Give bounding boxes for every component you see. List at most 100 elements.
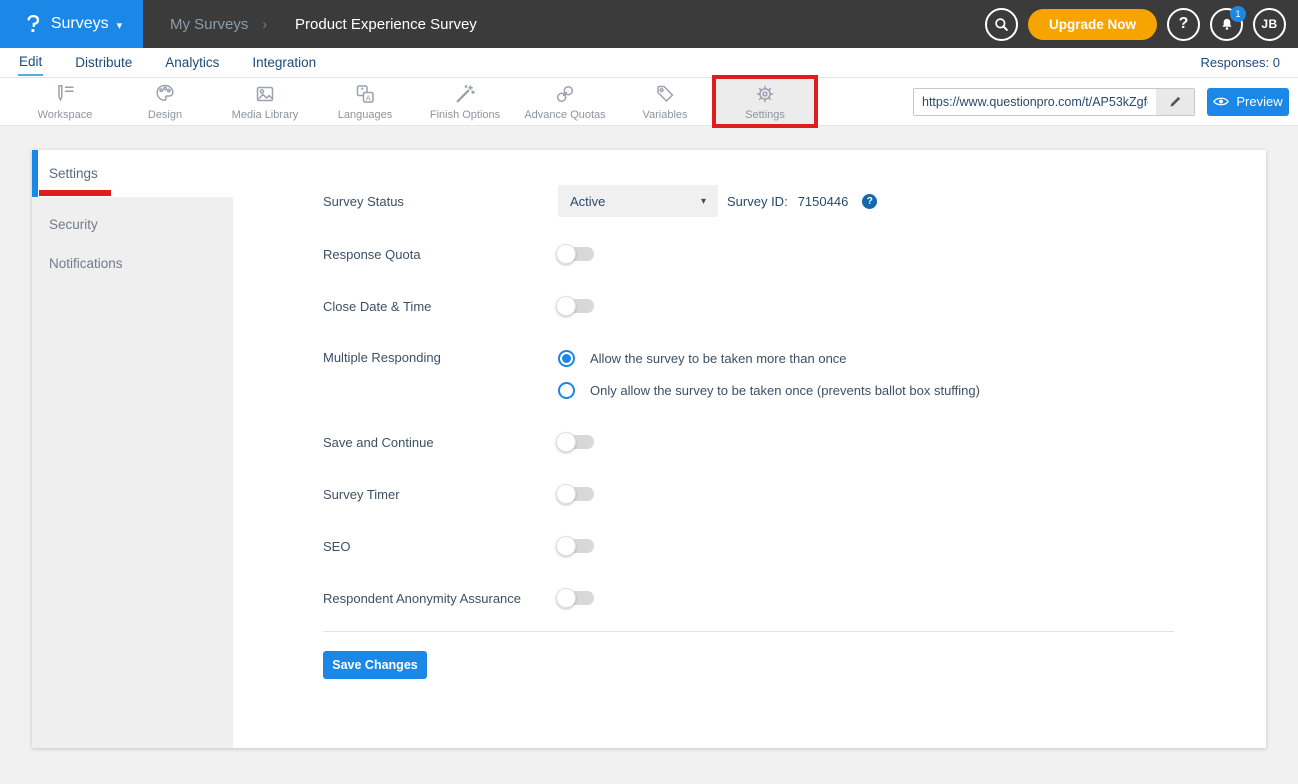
radio-option-label: Only allow the survey to be taken once (… [590, 383, 980, 398]
form-divider [323, 631, 1174, 632]
page-title: Product Experience Survey [295, 16, 477, 33]
survey-status-row: Survey Status Active ▾ Survey ID: 715044… [323, 185, 877, 217]
breadcrumb: My Surveys › Product Experience Survey [170, 16, 477, 33]
survey-id-help-icon[interactable]: ? [862, 194, 877, 209]
survey-timer-label: Survey Timer [323, 487, 558, 502]
design-icon [153, 82, 177, 106]
toggle-knob [556, 588, 576, 608]
radio-option-only-once[interactable]: Only allow the survey to be taken once (… [558, 374, 980, 406]
toolbar-label: Media Library [232, 109, 299, 121]
variables-icon [653, 82, 677, 106]
preview-button-label: Preview [1236, 94, 1282, 109]
languages-icon: * A [353, 82, 377, 106]
tab-integration[interactable]: Integration [251, 51, 317, 75]
save-continue-label: Save and Continue [323, 435, 558, 450]
survey-url-input[interactable] [914, 89, 1156, 115]
multiple-responding-row: Multiple Responding Allow the survey to … [323, 342, 980, 406]
radio-option-allow-multiple[interactable]: Allow the survey to be taken more than o… [558, 342, 980, 374]
toolbar-item-design[interactable]: Design [115, 78, 215, 125]
close-date-row: Close Date & Time [323, 290, 594, 322]
sidebar-item-label: Security [49, 217, 98, 232]
anonymity-row: Respondent Anonymity Assurance [323, 582, 594, 614]
questionpro-logo-icon [21, 12, 43, 36]
toolbar-label: Design [148, 109, 182, 121]
sidebar-item-security[interactable]: Security [32, 205, 233, 244]
survey-status-select[interactable]: Active ▾ [558, 185, 718, 217]
survey-id-group: Survey ID: 7150446 ? [727, 194, 877, 209]
toggle-knob [556, 536, 576, 556]
breadcrumb-separator-icon: › [262, 16, 267, 32]
survey-timer-toggle[interactable] [558, 487, 594, 501]
tab-analytics[interactable]: Analytics [164, 51, 220, 75]
user-avatar[interactable]: JB [1253, 8, 1286, 41]
anonymity-label: Respondent Anonymity Assurance [323, 591, 558, 606]
sidebar-item-label: Notifications [49, 256, 123, 271]
notification-count-badge: 1 [1230, 6, 1246, 22]
preview-button[interactable]: Preview [1207, 88, 1289, 116]
sidebar-item-label: Settings [49, 166, 98, 181]
toolbar-label: Workspace [38, 109, 93, 121]
upgrade-now-button[interactable]: Upgrade Now [1028, 9, 1157, 40]
save-changes-button[interactable]: Save Changes [323, 651, 427, 679]
sidebar-section: Security Notifications [32, 197, 233, 748]
sidebar-item-notifications[interactable]: Notifications [32, 244, 233, 283]
sidebar-item-settings[interactable]: Settings [32, 150, 233, 197]
close-date-toggle[interactable] [558, 299, 594, 313]
toolbar-item-media-library[interactable]: Media Library [215, 78, 315, 125]
toolbar-item-languages[interactable]: * A Languages [315, 78, 415, 125]
survey-id-value: 7150446 [798, 194, 849, 209]
help-button[interactable]: ? [1167, 8, 1200, 41]
survey-url-field [913, 88, 1195, 116]
finish-options-icon [453, 82, 477, 106]
product-switcher[interactable]: Surveys ▾ [0, 0, 143, 48]
toolbar-item-workspace[interactable]: Workspace [15, 78, 115, 125]
toolbar-label: Finish Options [430, 109, 500, 121]
media-library-icon [253, 82, 277, 106]
toggle-knob [556, 244, 576, 264]
toolbar-label: Variables [642, 109, 687, 121]
product-name: Surveys [51, 15, 109, 33]
breadcrumb-parent[interactable]: My Surveys [170, 16, 248, 33]
toolbar-item-advance-quotas[interactable]: Advance Quotas [515, 78, 615, 125]
survey-nav-tabs: Edit Distribute Analytics Integration Re… [0, 48, 1298, 77]
notifications-button[interactable]: 1 [1210, 8, 1243, 41]
eye-icon [1213, 96, 1229, 107]
edit-url-button[interactable] [1156, 89, 1194, 115]
survey-status-label: Survey Status [323, 194, 558, 209]
tab-distribute[interactable]: Distribute [74, 51, 133, 75]
response-quota-label: Response Quota [323, 247, 558, 262]
toolbar-label: Settings [745, 109, 785, 121]
header-actions: Upgrade Now ? 1 JB [985, 8, 1298, 41]
seo-label: SEO [323, 539, 558, 554]
save-continue-toggle[interactable] [558, 435, 594, 449]
chevron-down-icon: ▾ [117, 19, 123, 32]
toolbar-item-settings[interactable]: Settings [715, 78, 815, 125]
advance-quotas-icon [553, 82, 577, 106]
survey-link-area: Preview [913, 78, 1298, 125]
responses-count: Responses: 0 [1201, 55, 1281, 70]
survey-status-value: Active [570, 194, 605, 209]
settings-sidebar: Settings Security Notifications [32, 150, 233, 748]
toolbar-item-finish-options[interactable]: Finish Options [415, 78, 515, 125]
seo-toggle[interactable] [558, 539, 594, 553]
svg-text:A: A [366, 93, 371, 102]
toolbar-item-variables[interactable]: Variables [615, 78, 715, 125]
toggle-knob [556, 432, 576, 452]
search-icon [993, 16, 1010, 33]
annotation-settings-underline [39, 190, 111, 196]
multiple-responding-label: Multiple Responding [323, 342, 558, 374]
toggle-knob [556, 296, 576, 316]
toggle-knob [556, 484, 576, 504]
anonymity-toggle[interactable] [558, 591, 594, 605]
settings-gear-icon [753, 82, 777, 106]
settings-card: Settings Security Notifications Survey S… [32, 150, 1266, 748]
response-quota-toggle[interactable] [558, 247, 594, 261]
search-button[interactable] [985, 8, 1018, 41]
survey-id-label: Survey ID: [727, 194, 788, 209]
tab-edit[interactable]: Edit [18, 50, 43, 76]
svg-text:*: * [360, 85, 364, 95]
response-quota-row: Response Quota [323, 238, 594, 270]
radio-unselected-icon [558, 382, 575, 399]
survey-timer-row: Survey Timer [323, 478, 594, 510]
radio-option-label: Allow the survey to be taken more than o… [590, 351, 847, 366]
